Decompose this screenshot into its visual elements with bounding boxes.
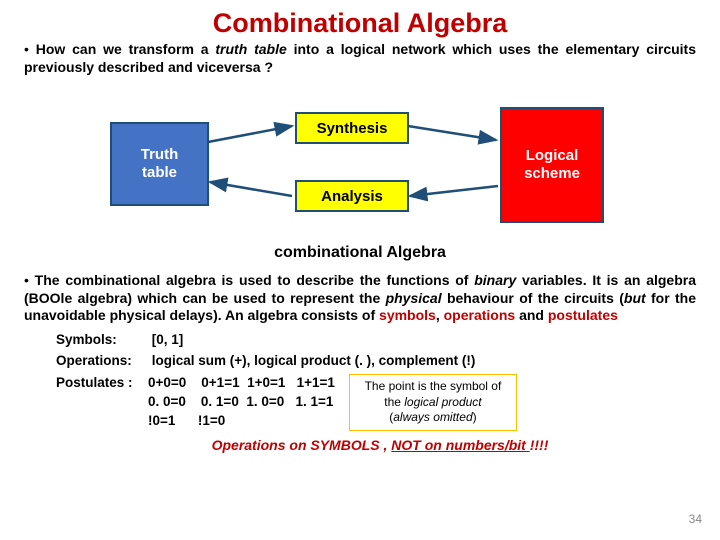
operations-label: Operations: xyxy=(56,352,148,371)
logical-scheme-box: Logical scheme xyxy=(500,107,604,223)
analysis-box: Analysis xyxy=(295,180,409,212)
note-box: The point is the symbol of the logical p… xyxy=(349,374,517,431)
operations-row: Operations: logical sum (+), logical pro… xyxy=(56,352,696,371)
truth-table-box: Truth table xyxy=(110,122,209,206)
intro-bullet: • How can we transform a truth table int… xyxy=(24,41,696,76)
operations-value: logical sum (+), logical product (. ), c… xyxy=(152,353,476,368)
symbols-label: Symbols: xyxy=(56,331,148,350)
page-number: 34 xyxy=(689,512,702,526)
synthesis-box: Synthesis xyxy=(295,112,409,144)
intro-pre: How can we transform a xyxy=(36,41,216,57)
symbols-value: [0, 1] xyxy=(152,332,184,347)
footer-note: Operations on SYMBOLS , NOT on numbers/b… xyxy=(64,437,696,453)
postulates-label: Postulates : xyxy=(56,374,148,393)
slide: Combinational Algebra • How can we trans… xyxy=(0,0,720,540)
symbols-row: Symbols: [0, 1] xyxy=(56,331,696,350)
diagram: Truth table Synthesis Analysis Logical s… xyxy=(80,82,640,242)
postulates-value: 0+0=0 0+1=1 1+0=1 1+1=1 0. 0=0 0. 1=0 1.… xyxy=(148,374,335,431)
page-title: Combinational Algebra xyxy=(24,8,696,39)
combinational-label: combinational Algebra xyxy=(24,244,696,262)
description-para: • The combinational algebra is used to d… xyxy=(24,272,696,325)
postulates-row: Postulates : 0+0=0 0+1=1 1+0=1 1+1=1 0. … xyxy=(56,374,696,431)
intro-truth: truth table xyxy=(215,41,286,57)
definitions: Symbols: [0, 1] Operations: logical sum … xyxy=(56,331,696,432)
